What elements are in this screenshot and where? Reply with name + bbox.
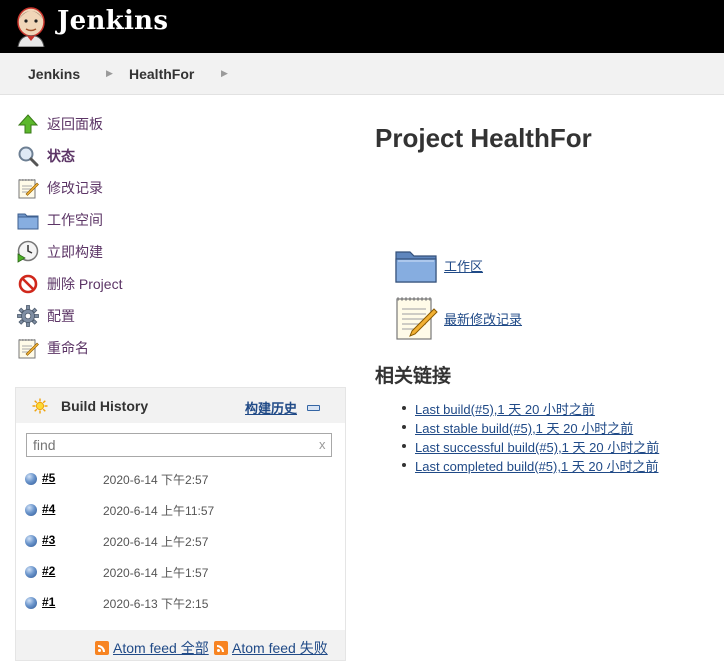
build-history-header: Build History 构建历史	[16, 388, 345, 423]
build-number-link[interactable]: #3	[42, 533, 55, 547]
recent-changes-label: 最新修改记录	[444, 311, 523, 327]
no-entry-icon	[16, 272, 40, 296]
task-rename[interactable]: 重命名	[16, 336, 216, 360]
build-date: 2020-6-14 上午2:57	[103, 535, 209, 549]
task-back-to-dashboard[interactable]: 返回面板	[16, 112, 216, 136]
task-delete-project[interactable]: 删除 Project	[16, 272, 216, 296]
atom-feed-all-link[interactable]: Atom feed 全部	[95, 638, 209, 658]
breadcrumb: Jenkins ▶ HealthFor ▶	[0, 53, 724, 95]
list-item: Last build(#5),1 天 20 小时之前	[400, 399, 659, 418]
rss-icon	[95, 641, 109, 655]
task-label: 返回面板	[47, 116, 103, 132]
breadcrumb-project[interactable]: HealthFor	[129, 66, 194, 82]
task-workspace[interactable]: 工作空间	[16, 208, 216, 232]
build-date: 2020-6-13 下午2:15	[103, 597, 209, 611]
blue-ball-status-icon	[25, 597, 37, 609]
list-item: Last stable build(#5),1 天 20 小时之前	[400, 418, 659, 437]
build-number-link[interactable]: #2	[42, 564, 55, 578]
task-label: 立即构建	[47, 244, 103, 260]
up-arrow-icon	[16, 112, 40, 136]
build-row: #1 2020-6-13 下午2:15	[16, 589, 345, 620]
chevron-right-icon[interactable]: ▶	[106, 68, 113, 79]
last-stable-build-link[interactable]: Last stable build(#5),1 天 20 小时之前	[415, 421, 633, 436]
brand-title[interactable]: Jenkins	[57, 6, 168, 36]
rss-icon	[214, 641, 228, 655]
workspace-link-label: 工作区	[444, 258, 484, 274]
list-item: Last successful build(#5),1 天 20 小时之前	[400, 437, 659, 456]
collapse-icon[interactable]	[307, 405, 320, 411]
page-title: Project HealthFor	[375, 123, 592, 153]
task-status[interactable]: 状态	[16, 144, 216, 168]
task-label: 配置	[47, 308, 75, 324]
build-history-title: Build History	[61, 398, 149, 414]
build-date: 2020-6-14 下午2:57	[103, 473, 209, 487]
feed-label: Atom feed 全部	[113, 640, 209, 656]
workspace-link[interactable]: 工作区	[394, 246, 483, 284]
build-trend-link[interactable]: 构建历史	[245, 398, 297, 417]
folder-icon	[395, 251, 437, 283]
build-date: 2020-6-14 上午1:57	[103, 566, 209, 580]
last-build-link[interactable]: Last build(#5),1 天 20 小时之前	[415, 402, 595, 417]
gear-icon	[16, 304, 40, 328]
task-label: 删除 Project	[47, 276, 123, 292]
build-row: #4 2020-6-14 上午11:57	[16, 496, 345, 527]
notepad-icon	[16, 336, 40, 360]
blue-ball-status-icon	[25, 566, 37, 578]
task-build-now[interactable]: 立即构建	[16, 240, 216, 264]
last-successful-build-link[interactable]: Last successful build(#5),1 天 20 小时之前	[415, 440, 659, 455]
build-number-link[interactable]: #5	[42, 471, 55, 485]
build-number-link[interactable]: #1	[42, 595, 55, 609]
clock-build-icon	[16, 240, 40, 264]
chevron-right-icon[interactable]: ▶	[221, 68, 228, 79]
last-completed-build-link[interactable]: Last completed build(#5),1 天 20 小时之前	[415, 459, 659, 474]
notepad-icon	[396, 297, 438, 340]
notepad-icon	[16, 176, 40, 200]
build-row: #5 2020-6-14 下午2:57	[16, 465, 345, 496]
clear-search-icon[interactable]: x	[319, 437, 326, 452]
atom-feed-failed-link[interactable]: Atom feed 失败	[214, 638, 328, 658]
sun-weather-icon	[32, 398, 48, 414]
breadcrumb-jenkins[interactable]: Jenkins	[28, 66, 80, 82]
build-row: #3 2020-6-14 上午2:57	[16, 527, 345, 558]
related-links-list: Last build(#5),1 天 20 小时之前 Last stable b…	[400, 399, 659, 475]
blue-ball-status-icon	[25, 535, 37, 547]
build-history-panel: Build History 构建历史 x #5 2020-6-14 下午2:57…	[15, 387, 346, 661]
top-header: Jenkins	[0, 0, 724, 53]
build-search-input[interactable]	[26, 433, 332, 457]
build-number-link[interactable]: #4	[42, 502, 55, 516]
blue-ball-status-icon	[25, 504, 37, 516]
list-item: Last completed build(#5),1 天 20 小时之前	[400, 456, 659, 475]
task-configure[interactable]: 配置	[16, 304, 216, 328]
recent-changes-link[interactable]: 最新修改记录	[394, 295, 522, 341]
task-label: 工作空间	[47, 212, 103, 228]
folder-icon	[16, 208, 40, 232]
build-row: #2 2020-6-14 上午1:57	[16, 558, 345, 589]
build-date: 2020-6-14 上午11:57	[103, 504, 215, 518]
task-label: 状态	[47, 148, 75, 164]
related-links-title: 相关链接	[375, 366, 452, 387]
jenkins-logo-icon[interactable]	[14, 5, 48, 47]
task-label: 重命名	[47, 340, 89, 356]
blue-ball-status-icon	[25, 473, 37, 485]
build-history-footer: Atom feed 全部 Atom feed 失败	[16, 630, 345, 660]
feed-label: Atom feed 失败	[232, 640, 328, 656]
task-label: 修改记录	[47, 180, 103, 196]
search-icon	[16, 144, 40, 168]
task-changes[interactable]: 修改记录	[16, 176, 216, 200]
